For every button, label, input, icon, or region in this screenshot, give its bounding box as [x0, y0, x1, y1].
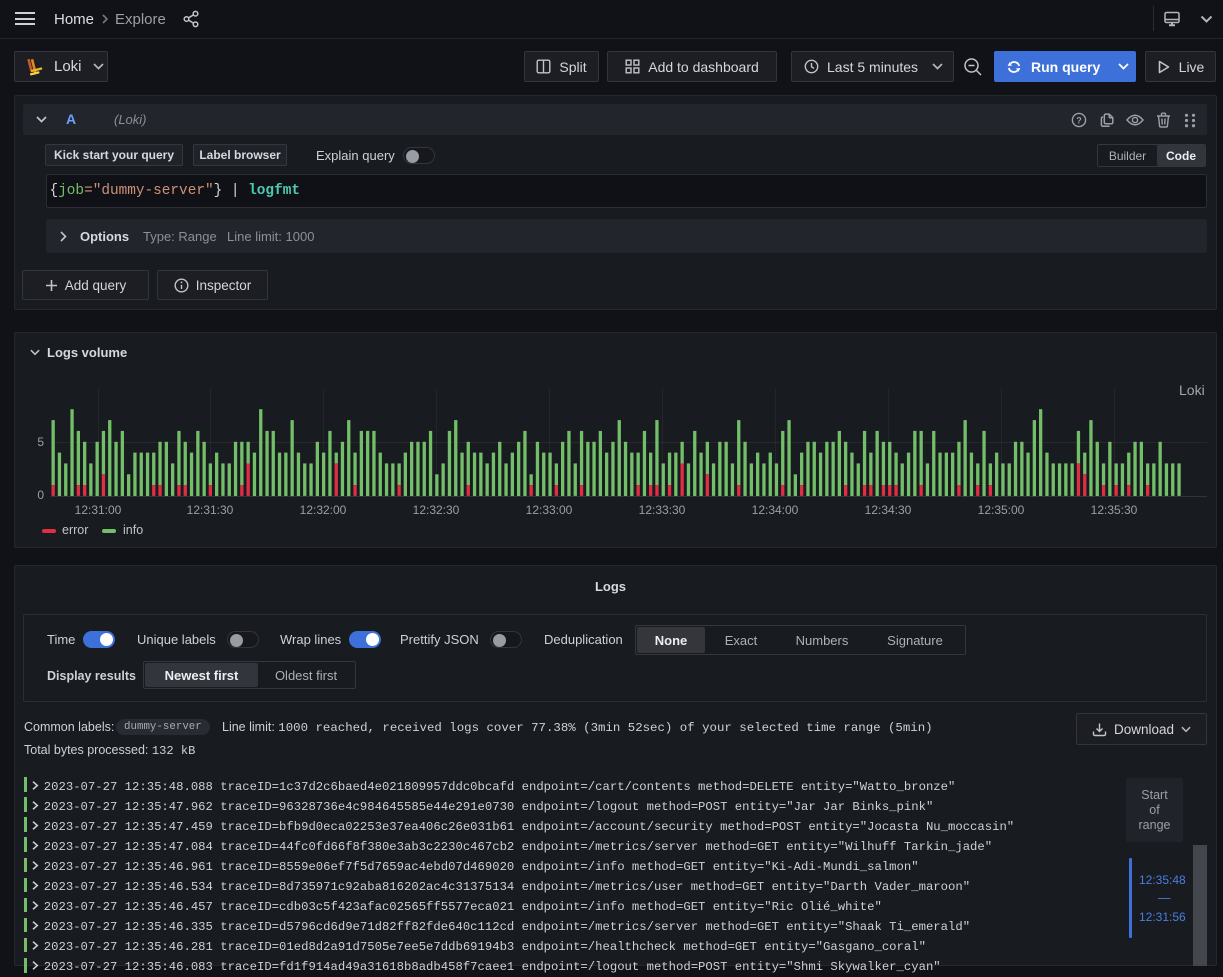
svg-text:?: ? — [1076, 115, 1082, 125]
